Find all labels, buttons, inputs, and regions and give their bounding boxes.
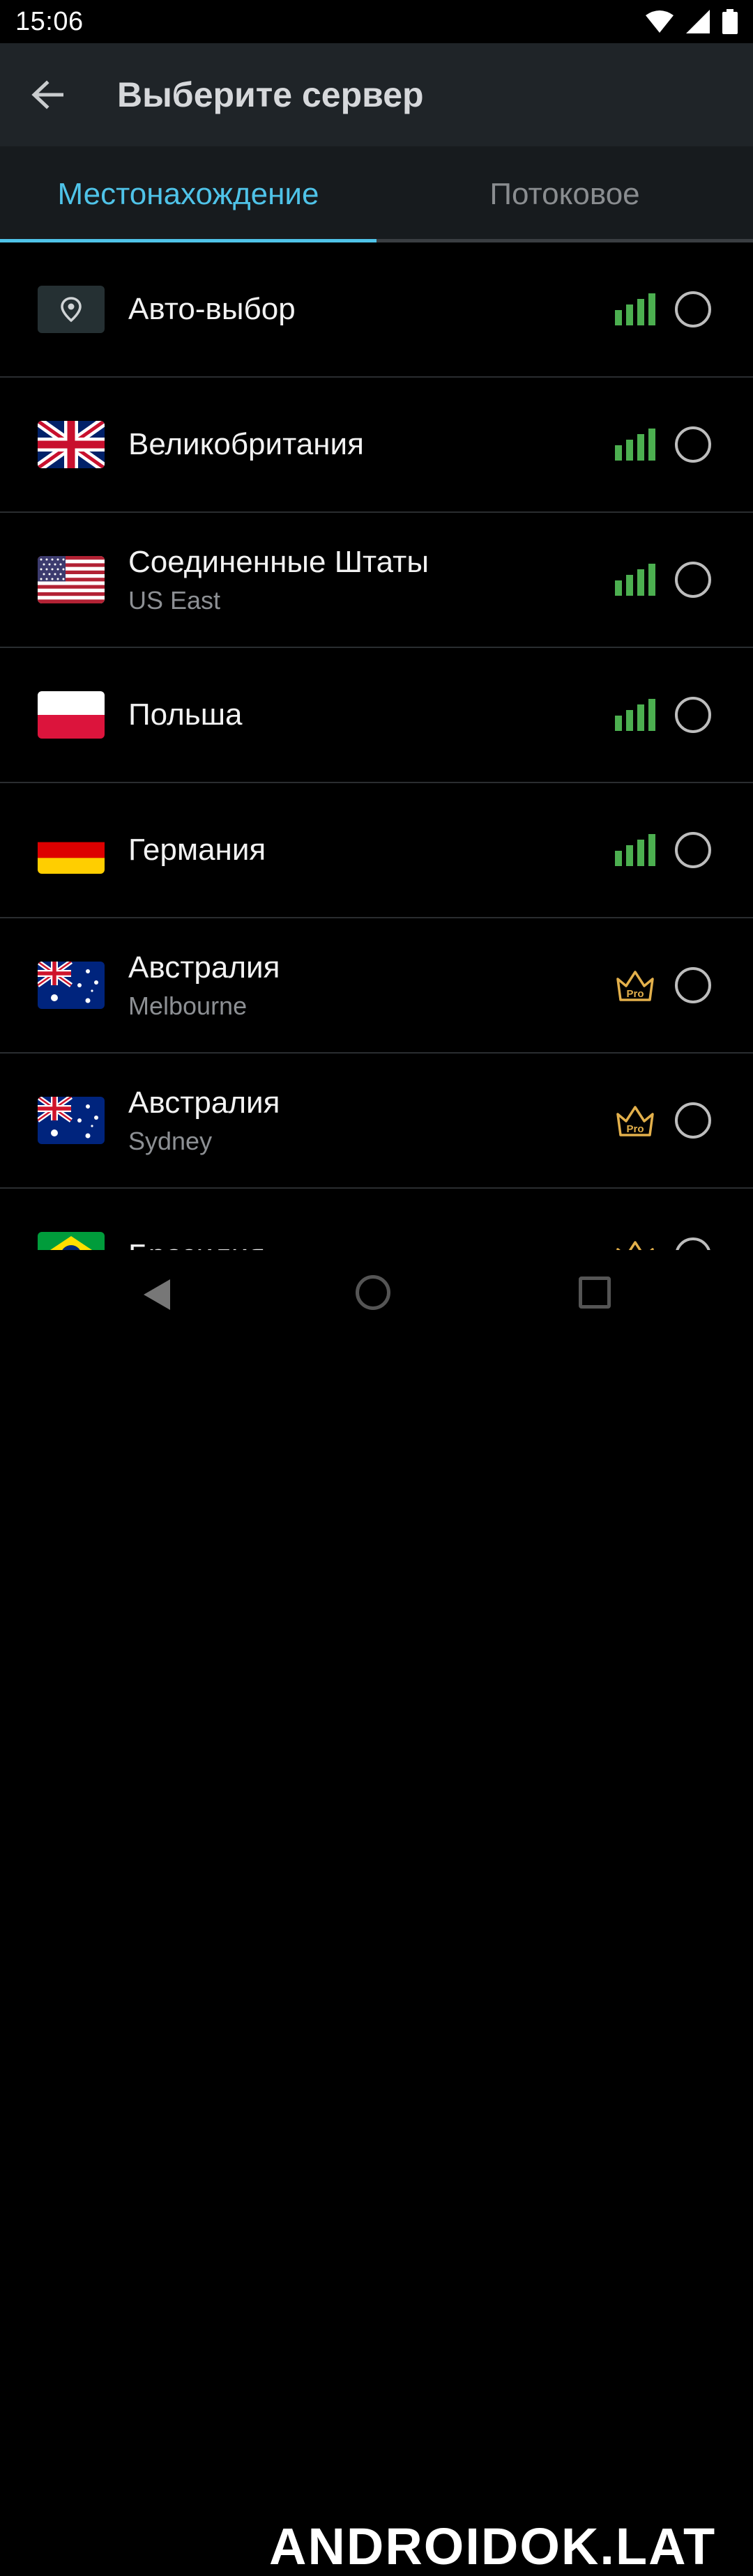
server-row-uk[interactable]: Великобритания bbox=[0, 378, 753, 513]
pro-badge-label: Pro bbox=[626, 988, 644, 1000]
server-texts: Австралия Melbourne bbox=[128, 950, 280, 1021]
server-texts: Бразилия bbox=[128, 1237, 265, 1250]
signal-strength-icon bbox=[615, 834, 655, 866]
server-name: Соединенные Штаты bbox=[128, 545, 429, 579]
server-name: Австралия bbox=[128, 950, 280, 985]
server-row-poland[interactable]: Польша bbox=[0, 648, 753, 783]
radio-button[interactable] bbox=[675, 562, 711, 598]
radio-button[interactable] bbox=[675, 967, 711, 1003]
server-texts: Польша bbox=[128, 697, 243, 733]
tab-location[interactable]: Местонахождение bbox=[0, 146, 376, 242]
radio-button[interactable] bbox=[675, 291, 711, 327]
arrow-back-icon bbox=[31, 80, 63, 109]
brazil-flag-icon bbox=[38, 1232, 105, 1250]
status-time: 15:06 bbox=[15, 6, 84, 36]
server-name: Бразилия bbox=[128, 1237, 265, 1250]
server-name: Авто-выбор bbox=[128, 292, 296, 326]
nav-recents-icon[interactable] bbox=[579, 1277, 611, 1309]
nav-back-icon[interactable] bbox=[142, 1278, 172, 1311]
signal-strength-icon bbox=[615, 429, 655, 461]
signal-strength-icon bbox=[615, 293, 655, 325]
server-name: Германия bbox=[128, 833, 266, 867]
page-title: Выберите сервер bbox=[117, 75, 424, 114]
system-nav-bar: ANDROIDOK.LAT bbox=[0, 1250, 753, 2575]
server-list: Авто-выбор Великобритания Соединенные Шт… bbox=[0, 242, 753, 1250]
tab-streaming-label: Потоковое bbox=[489, 177, 640, 211]
server-texts: Германия bbox=[128, 832, 266, 868]
server-texts: Авто-выбор bbox=[128, 291, 296, 327]
radio-button[interactable] bbox=[675, 1237, 711, 1250]
tab-bar: Местонахождение Потоковое bbox=[0, 146, 753, 242]
tab-streaming[interactable]: Потоковое bbox=[376, 146, 753, 242]
server-row-us[interactable]: Соединенные Штаты US East bbox=[0, 513, 753, 648]
server-city: Sydney bbox=[128, 1127, 213, 1155]
nav-home-icon[interactable] bbox=[356, 1275, 390, 1310]
cell-signal-icon bbox=[686, 10, 710, 33]
server-name: Австралия bbox=[128, 1086, 280, 1120]
auto-location-icon bbox=[38, 286, 105, 333]
status-bar: 15:06 bbox=[0, 0, 753, 43]
signal-strength-icon bbox=[615, 699, 655, 731]
radio-button[interactable] bbox=[675, 697, 711, 733]
australia-flag-icon bbox=[38, 962, 105, 1009]
server-row-germany[interactable]: Германия bbox=[0, 783, 753, 918]
server-texts: Австралия Sydney bbox=[128, 1085, 280, 1156]
server-city: US East bbox=[128, 586, 221, 615]
server-texts: Соединенные Штаты US East bbox=[128, 544, 429, 615]
server-name: Польша bbox=[128, 697, 243, 732]
status-icons bbox=[646, 9, 738, 34]
radio-button[interactable] bbox=[675, 1102, 711, 1139]
pro-crown-icon: Pro bbox=[616, 971, 654, 1001]
poland-flag-icon bbox=[38, 691, 105, 739]
australia-flag-icon bbox=[38, 1097, 105, 1144]
us-flag-icon bbox=[38, 556, 105, 603]
signal-strength-icon bbox=[615, 564, 655, 596]
server-row-brazil[interactable]: Бразилия Pro bbox=[0, 1189, 753, 1250]
server-row-auto[interactable]: Авто-выбор bbox=[0, 242, 753, 378]
server-row-australia-melbourne[interactable]: Австралия Melbourne Pro bbox=[0, 918, 753, 1054]
radio-button[interactable] bbox=[675, 426, 711, 463]
germany-flag-icon bbox=[38, 826, 105, 874]
wifi-icon bbox=[646, 10, 674, 33]
watermark-text: ANDROIDOK.LAT bbox=[269, 2517, 717, 2575]
server-name: Великобритания bbox=[128, 427, 364, 461]
back-button[interactable] bbox=[0, 43, 95, 146]
pro-crown-icon: Pro bbox=[616, 1106, 654, 1136]
server-city: Melbourne bbox=[128, 992, 248, 1020]
pro-badge-label: Pro bbox=[626, 1123, 644, 1135]
uk-flag-icon bbox=[38, 421, 105, 468]
server-texts: Великобритания bbox=[128, 426, 364, 463]
server-row-australia-sydney[interactable]: Австралия Sydney Pro bbox=[0, 1054, 753, 1189]
battery-icon bbox=[722, 9, 738, 34]
radio-button[interactable] bbox=[675, 832, 711, 868]
tab-location-label: Местонахождение bbox=[57, 177, 319, 211]
pro-crown-icon: Pro bbox=[616, 1241, 654, 1250]
app-bar: Выберите сервер bbox=[0, 43, 753, 146]
